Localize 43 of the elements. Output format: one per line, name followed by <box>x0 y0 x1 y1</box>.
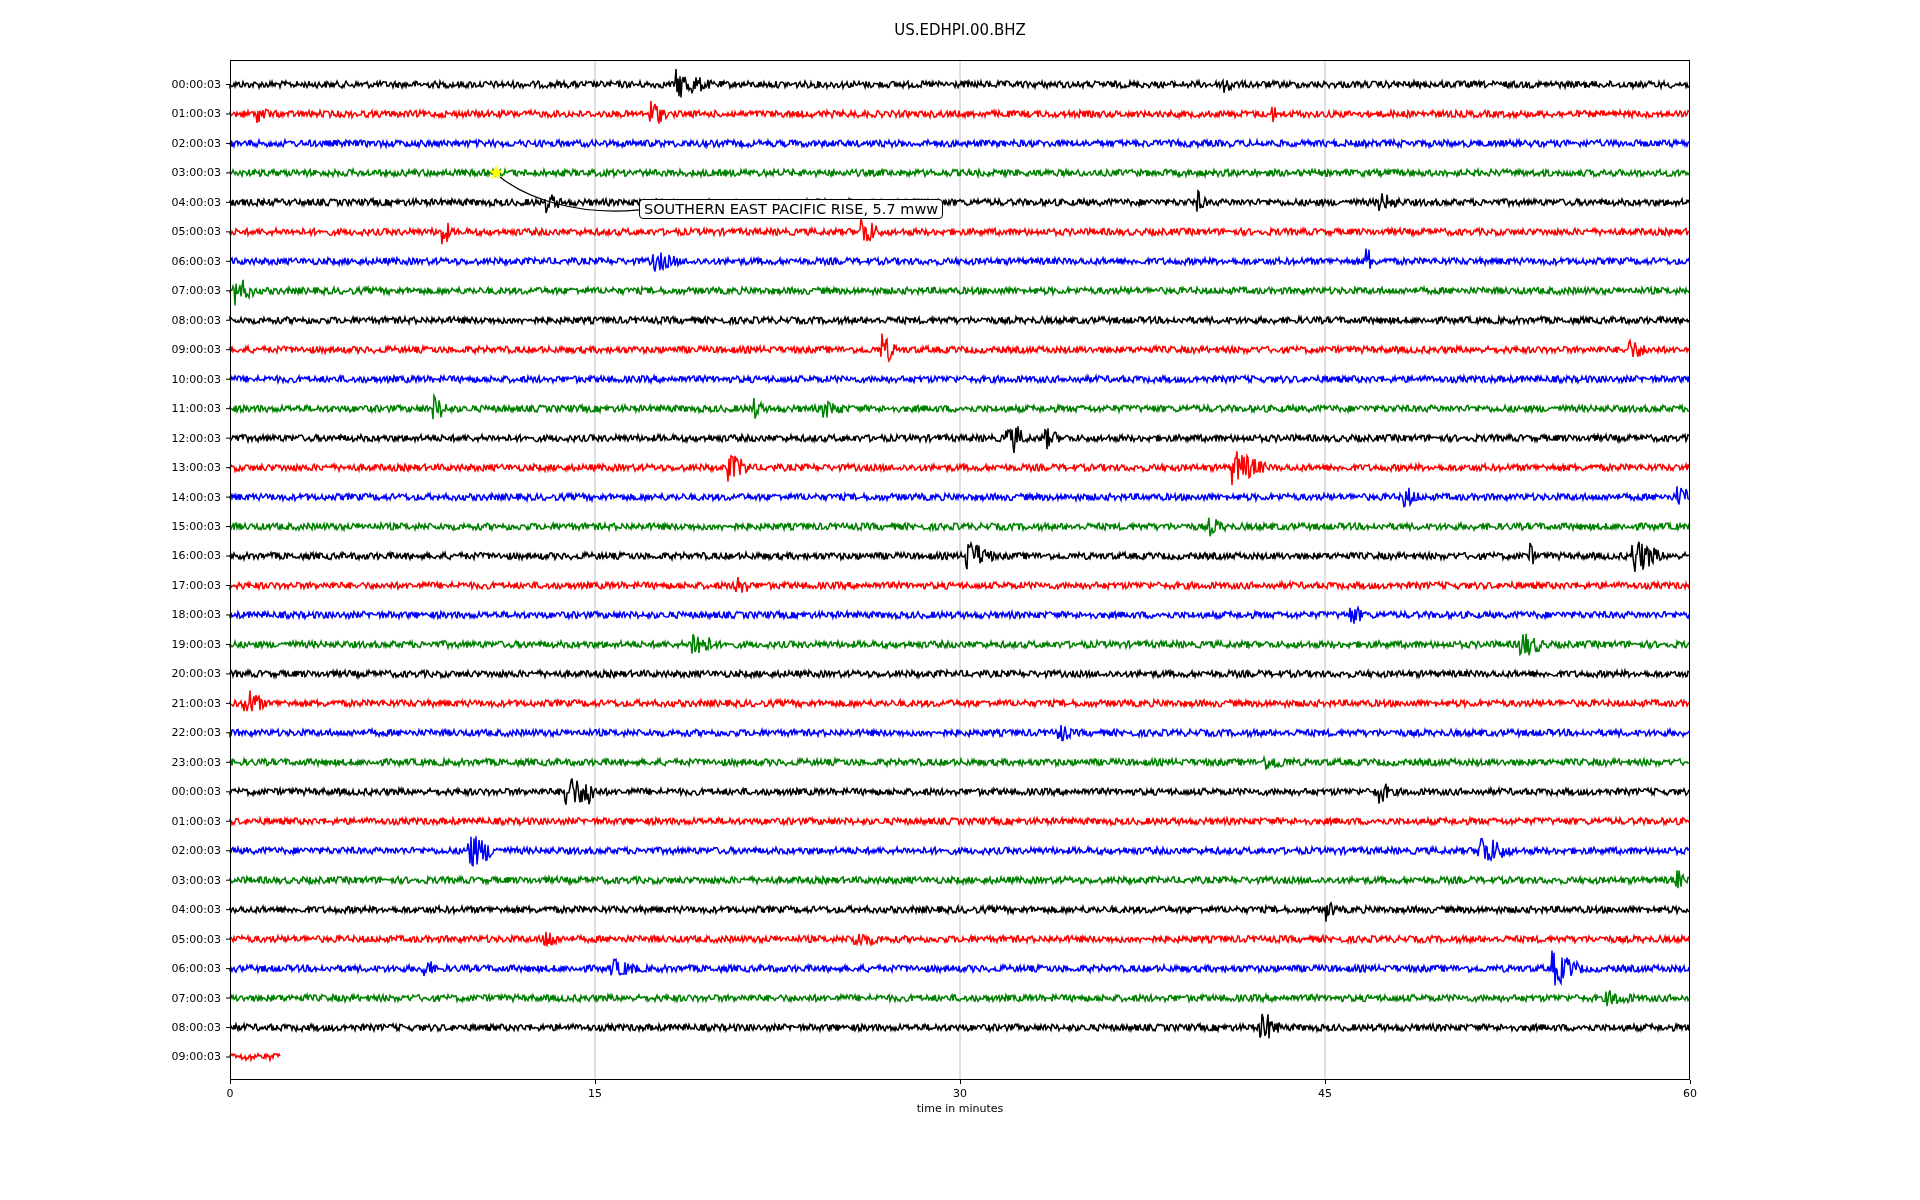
time-label: 03:00:03 <box>171 166 221 180</box>
time-label: 00:00:03 <box>171 78 221 91</box>
time-label: 15:00:03 <box>171 520 221 533</box>
time-label: 09:00:03 <box>171 343 221 357</box>
axis-tick-label: 60 <box>1683 1087 1697 1100</box>
axis-title: time in minutes <box>916 1102 1004 1115</box>
time-label: 06:00:03 <box>171 254 221 268</box>
time-label: 23:00:03 <box>171 755 221 769</box>
axis-tick-label: 0 <box>226 1087 234 1100</box>
time-label: 10:00:03 <box>171 372 221 386</box>
time-label: 17:00:03 <box>171 578 221 592</box>
annotation-label: SOUTHERN EAST PACIFIC RISE, 5.7 mww <box>639 199 944 219</box>
time-label: 02:00:03 <box>171 844 221 858</box>
time-label: 11:00:03 <box>171 402 221 416</box>
time-label: 21:00:03 <box>171 696 221 710</box>
time-label: 13:00:03 <box>171 461 221 475</box>
time-label: 04:00:03 <box>171 195 221 209</box>
star-icon <box>488 164 504 180</box>
time-label: 09:00:03 <box>171 1050 221 1064</box>
time-label: 04:00:03 <box>171 903 221 917</box>
time-label: 12:00:03 <box>171 431 221 445</box>
time-label: 00:00:03 <box>171 785 221 799</box>
time-label: 14:00:03 <box>171 490 221 504</box>
time-label: 20:00:03 <box>171 667 221 681</box>
time-label: 18:00:03 <box>171 608 221 622</box>
time-label: 16:00:03 <box>171 549 221 563</box>
time-label: 22:00:03 <box>171 726 221 740</box>
time-label: 05:00:03 <box>171 932 221 946</box>
time-label: 03:00:03 <box>171 873 221 887</box>
axis-tick-label: 15 <box>588 1087 602 1100</box>
time-label: 07:00:03 <box>171 991 221 1005</box>
time-label: 07:00:03 <box>171 284 221 298</box>
plot-title: US.EDHPI.00.BHZ <box>893 20 1027 41</box>
time-label: 05:00:03 <box>171 225 221 239</box>
time-label: 01:00:03 <box>171 814 221 828</box>
axis-tick-label: 45 <box>1318 1087 1332 1100</box>
axis-tick-label: 30 <box>953 1087 967 1100</box>
time-label: 08:00:03 <box>171 313 221 327</box>
time-label: 19:00:03 <box>171 637 221 651</box>
time-label: 06:00:03 <box>171 962 221 976</box>
time-label: 08:00:03 <box>171 1021 221 1034</box>
time-label: 01:00:03 <box>171 107 221 121</box>
time-label: 02:00:03 <box>171 136 221 150</box>
